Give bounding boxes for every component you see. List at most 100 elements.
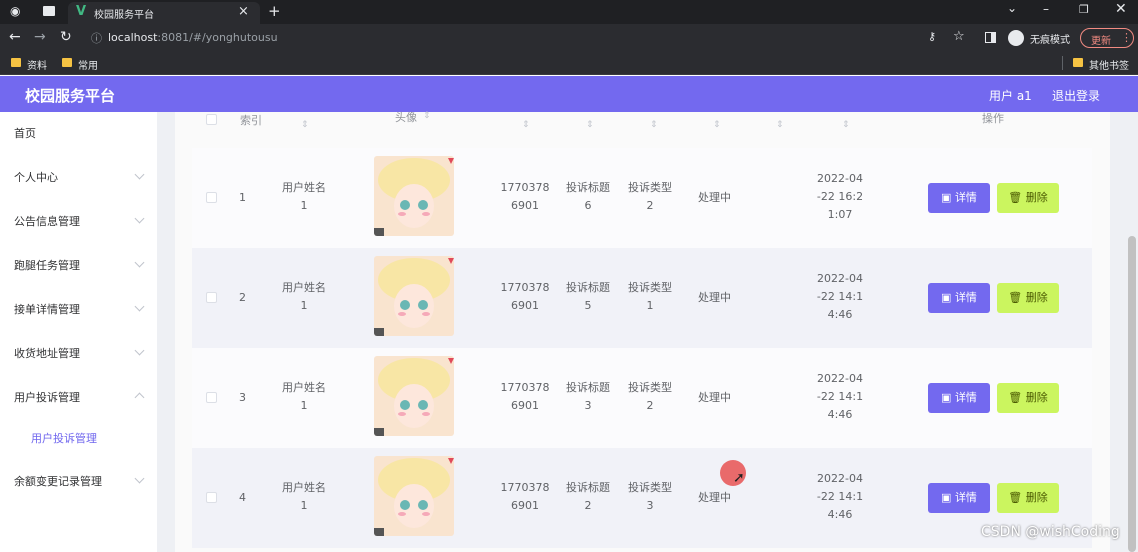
cell-complaint-title: 投诉标题 5 xyxy=(566,281,610,312)
folder-icon xyxy=(1073,58,1083,67)
user-avatar xyxy=(374,256,454,336)
other-bookmarks[interactable]: 其他书签 xyxy=(1089,57,1129,72)
delete-button[interactable]: 🗑 删除 xyxy=(997,183,1059,213)
incognito-label: 无痕模式 xyxy=(1030,35,1070,46)
address-bar: ← → ↻ ⓘ localhost:8081/#/yonghutousu ⚷ ☆… xyxy=(0,24,1138,52)
table-card: 索引 ⇕ 头像 ⇕ ⇕ ⇕ ⇕ ⇕ ⇕ ⇕ 操作 1 用户姓名 1 1770378… xyxy=(175,111,1110,552)
restore-icon[interactable]: ❐ xyxy=(1079,3,1089,16)
chevron-down-icon xyxy=(134,213,145,224)
sidebar-item-errands[interactable]: 跑腿任务管理 xyxy=(14,257,80,273)
new-tab-icon[interactable]: + xyxy=(268,2,281,20)
detail-button[interactable]: ▣ 详情 xyxy=(928,183,990,213)
close-window-icon[interactable]: ✕ xyxy=(1115,1,1127,17)
row-checkbox[interactable] xyxy=(206,192,217,203)
edit-icon: ▣ xyxy=(941,191,955,204)
bookmark-folder-2[interactable]: 常用 xyxy=(78,57,98,72)
logout-link[interactable]: 退出登录 xyxy=(1052,87,1100,104)
bookmarks-bar: 资料 常用 其他书签 xyxy=(0,52,1138,75)
url-field[interactable]: localhost:8081/#/yonghutousu xyxy=(108,31,278,44)
scrollbar[interactable] xyxy=(1128,236,1136,552)
bookmark-star-icon[interactable]: ☆ xyxy=(953,29,965,44)
incognito-icon xyxy=(1008,30,1024,46)
user-label: 用户 a1 xyxy=(989,89,1032,103)
tab-title: 校园服务平台 xyxy=(94,10,154,21)
tab-close-icon[interactable]: × xyxy=(238,4,249,19)
delete-button[interactable]: 🗑 删除 xyxy=(997,383,1059,413)
sidebar-item-addresses[interactable]: 收货地址管理 xyxy=(14,345,80,361)
cell-time: 2022-04 -22 14:1 4:46 xyxy=(816,372,864,421)
table-row: 3 用户姓名 1 1770378 6901 投诉标题 3 投诉类型 2 处理中 2022… xyxy=(192,348,1092,448)
delete-button[interactable]: 🗑 删除 xyxy=(997,283,1059,313)
chevron-down-icon xyxy=(134,257,145,268)
user-avatar xyxy=(374,356,454,436)
bookmark-folder-1[interactable]: 资料 xyxy=(27,57,47,72)
cell-index: 2 xyxy=(239,291,246,304)
url-host: localhost xyxy=(108,31,158,44)
cell-complaint-type: 投诉类型 2 xyxy=(628,181,672,212)
app-brand: 校园服务平台 xyxy=(25,87,116,105)
header-ops: 操作 xyxy=(982,112,1004,125)
site-info-icon[interactable]: ⓘ xyxy=(91,30,102,46)
cell-name: 用户姓名 1 xyxy=(282,181,326,212)
detail-button[interactable]: ▣ 详情 xyxy=(928,383,990,413)
sort-icon[interactable]: ⇕ xyxy=(586,120,594,130)
cell-status: 处理中 xyxy=(698,491,731,504)
reload-icon[interactable]: ↻ xyxy=(60,29,72,45)
key-icon[interactable]: ⚷ xyxy=(928,30,936,43)
side-panel-icon[interactable] xyxy=(985,32,996,43)
cell-index: 1 xyxy=(239,191,246,204)
sidebar-item-balance-log[interactable]: 余额变更记录管理 xyxy=(14,473,102,489)
edit-icon: ▣ xyxy=(941,291,955,304)
avatar-illustration xyxy=(374,256,454,336)
cell-complaint-type: 投诉类型 3 xyxy=(628,481,672,512)
sidebar-item-profile[interactable]: 个人中心 xyxy=(14,169,58,185)
cell-complaint-title: 投诉标题 6 xyxy=(566,181,610,212)
sort-icon[interactable]: ⇕ xyxy=(842,120,850,130)
active-tab[interactable]: V 校园服务平台 × xyxy=(68,2,260,24)
window-icon[interactable] xyxy=(43,6,55,16)
row-checkbox[interactable] xyxy=(206,492,217,503)
detail-button[interactable]: ▣ 详情 xyxy=(928,483,990,513)
table-header: 索引 ⇕ 头像 ⇕ ⇕ ⇕ ⇕ ⇕ ⇕ ⇕ 操作 xyxy=(192,111,1092,142)
cell-phone: 1770378 6901 xyxy=(500,481,550,512)
row-checkbox[interactable] xyxy=(206,392,217,403)
sort-icon[interactable]: ⇕ xyxy=(522,120,530,130)
forward-icon[interactable]: → xyxy=(34,29,46,45)
edit-icon: ▣ xyxy=(941,491,955,504)
sort-icon[interactable]: ⇕ xyxy=(713,120,721,130)
cell-name: 用户姓名 1 xyxy=(282,381,326,412)
cell-status: 处理中 xyxy=(698,391,731,404)
cell-phone: 1770378 6901 xyxy=(500,381,550,412)
select-all-checkbox[interactable] xyxy=(206,114,217,125)
user-avatar xyxy=(374,456,454,536)
tab-search-chevron-icon[interactable]: ⌄ xyxy=(1007,1,1017,15)
sidebar-subitem-complaints[interactable]: 用户投诉管理 xyxy=(31,430,97,446)
row-checkbox[interactable] xyxy=(206,292,217,303)
avatar-illustration xyxy=(374,456,454,536)
cell-phone: 1770378 6901 xyxy=(500,281,550,312)
detail-button[interactable]: ▣ 详情 xyxy=(928,283,990,313)
sort-icon[interactable]: ⇕ xyxy=(776,120,784,130)
table-row: 2 用户姓名 1 1770378 6901 投诉标题 5 投诉类型 1 处理中 2022… xyxy=(192,248,1092,348)
chevron-down-icon xyxy=(134,473,145,484)
sort-icon[interactable]: ⇕ xyxy=(423,111,431,121)
sidebar-item-notices[interactable]: 公告信息管理 xyxy=(14,213,80,229)
cell-name: 用户姓名 1 xyxy=(282,481,326,512)
update-button[interactable]: 更新 ⋮ xyxy=(1080,28,1134,48)
cell-status: 处理中 xyxy=(698,291,731,304)
sidebar-item-complaints[interactable]: 用户投诉管理 xyxy=(14,389,80,405)
sort-icon[interactable]: ⇕ xyxy=(301,120,309,130)
watermark: CSDN @wishCoding xyxy=(981,524,1120,540)
chrome-menu-icon[interactable]: ◉ xyxy=(10,4,20,18)
sidebar-item-home[interactable]: 首页 xyxy=(14,125,36,141)
cell-complaint-type: 投诉类型 1 xyxy=(628,281,672,312)
back-icon[interactable]: ← xyxy=(9,29,21,45)
delete-button[interactable]: 🗑 删除 xyxy=(997,483,1059,513)
cell-time: 2022-04 -22 14:1 4:46 xyxy=(816,472,864,521)
folder-icon xyxy=(62,58,72,67)
trash-icon: 🗑 xyxy=(1008,291,1026,304)
sidebar-item-orders[interactable]: 接单详情管理 xyxy=(14,301,80,317)
header-avatar: 头像 xyxy=(395,111,417,124)
minimize-icon[interactable]: – xyxy=(1043,2,1049,16)
sort-icon[interactable]: ⇕ xyxy=(650,120,658,130)
